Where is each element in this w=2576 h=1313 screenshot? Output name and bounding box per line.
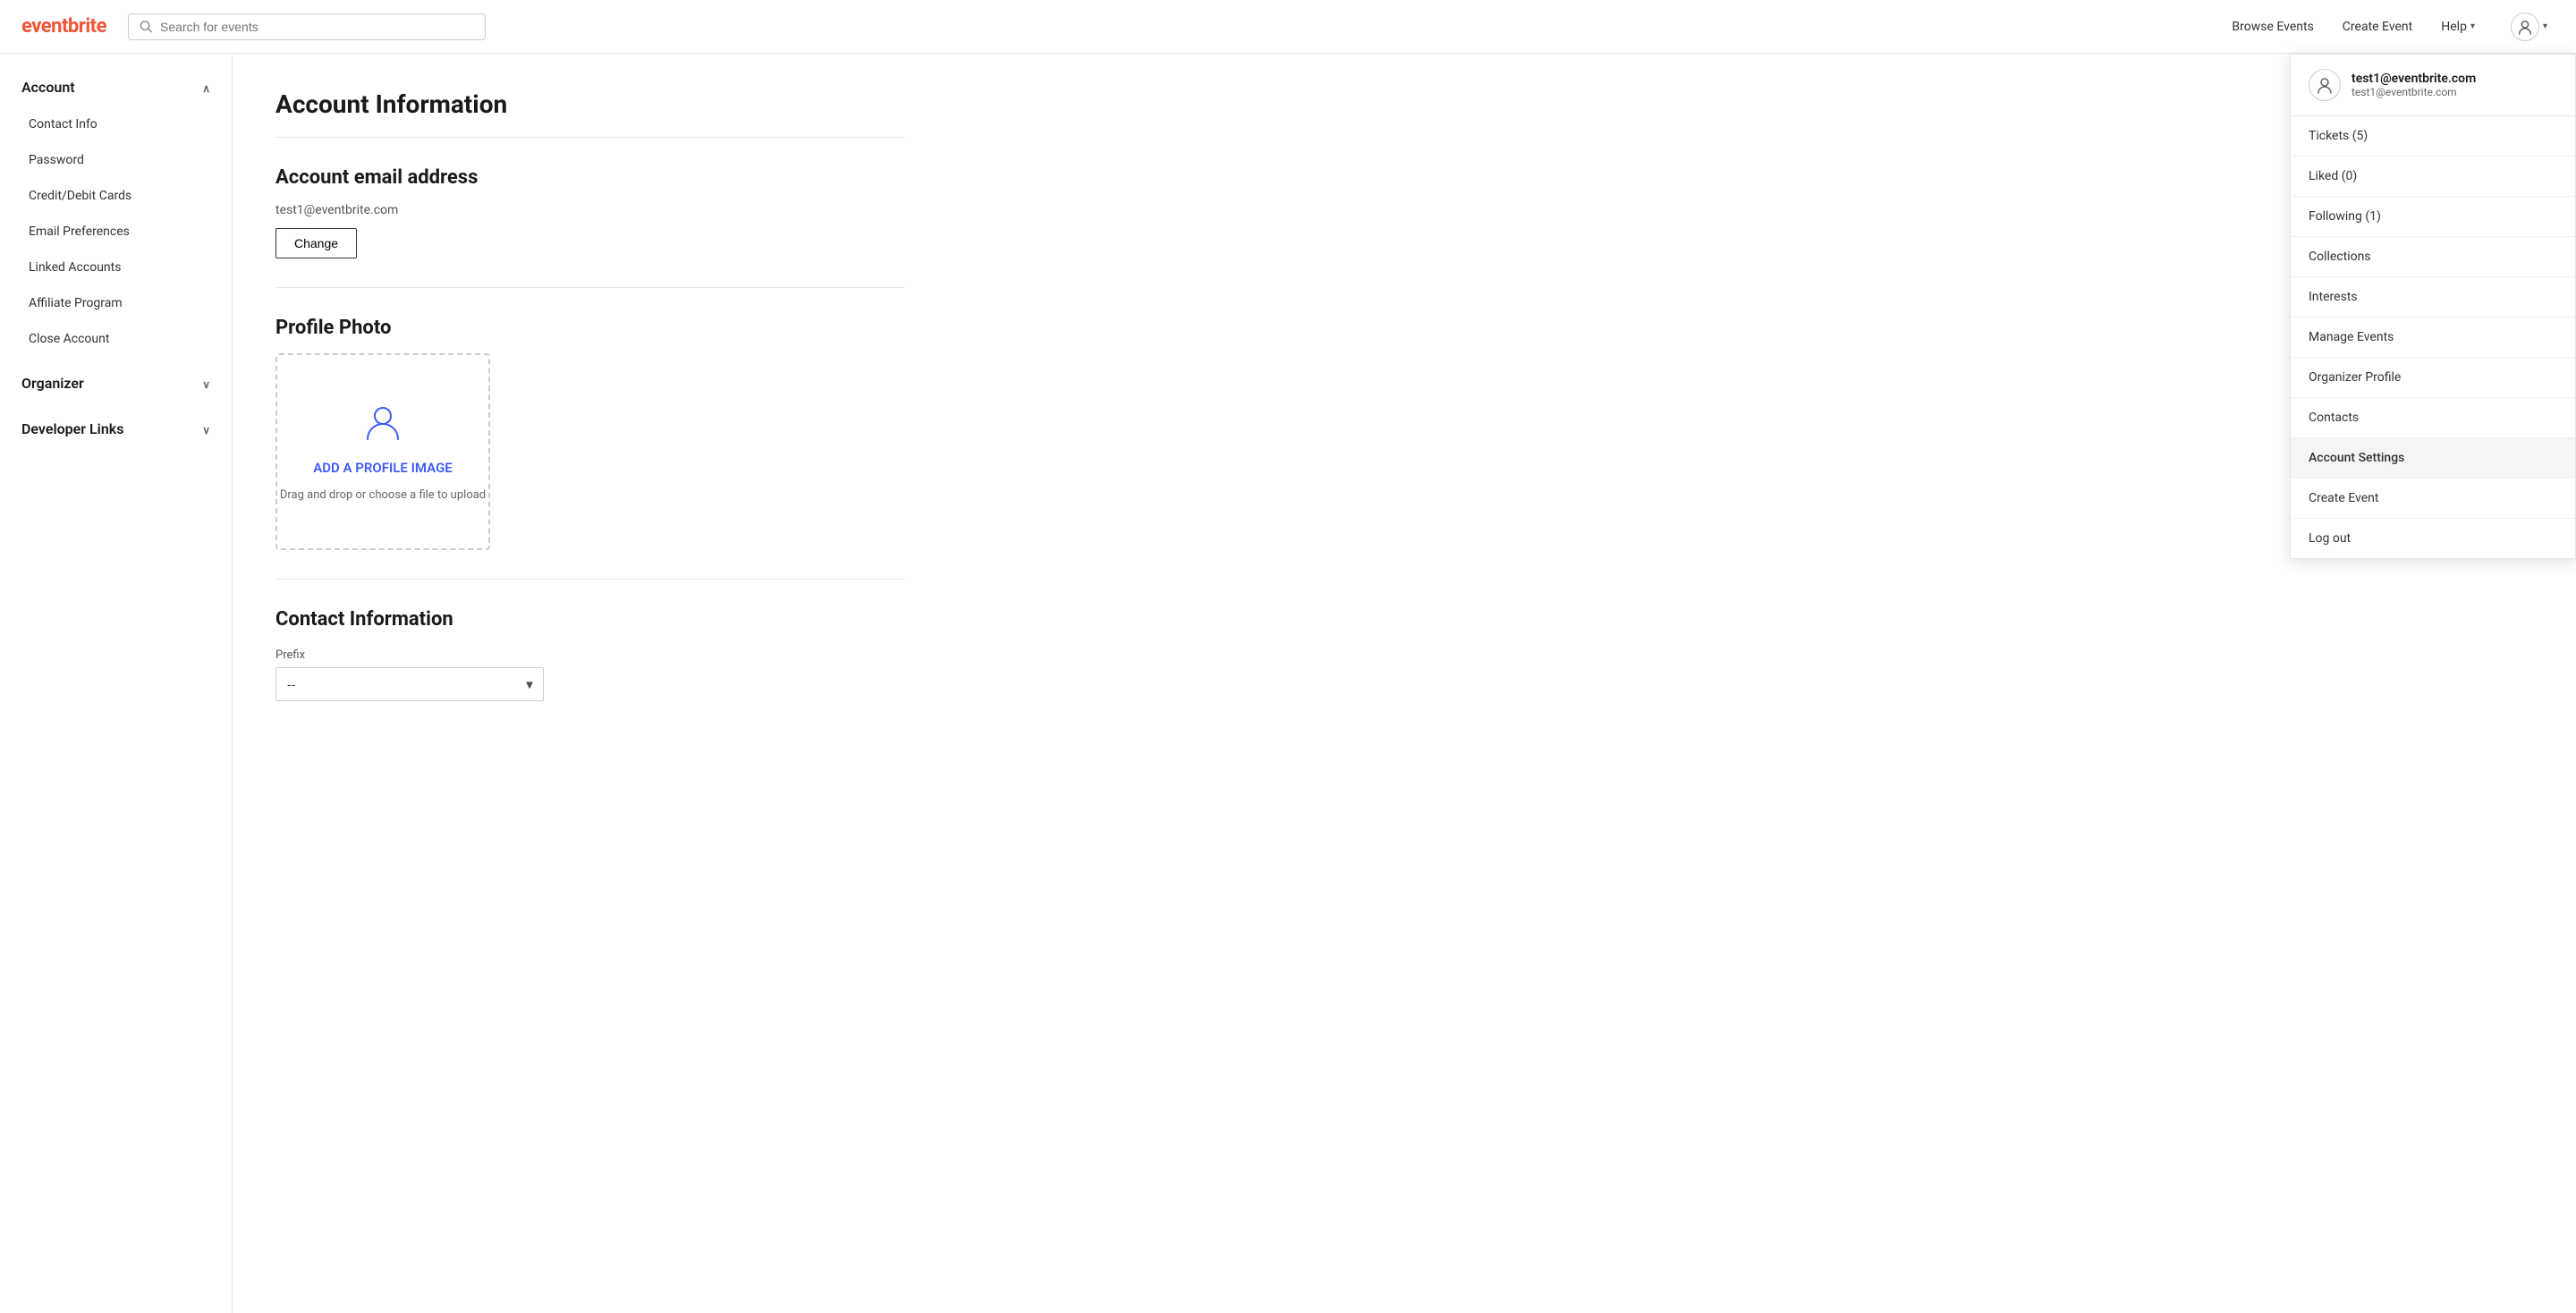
prefix-select[interactable]: -- Mr Ms Mrs Dr — [275, 667, 544, 701]
help-link[interactable]: Help ▾ — [2441, 20, 2475, 34]
search-icon — [140, 20, 153, 34]
prefix-label: Prefix — [275, 648, 905, 662]
sidebar-organizer-section: Organizer — [0, 364, 232, 402]
sidebar-developer-section: Developer Links — [0, 410, 232, 448]
sidebar-item-close-account[interactable]: Close Account — [0, 321, 232, 357]
contact-info-title: Contact Information — [275, 608, 905, 631]
dropdown-user-name: test1@eventbrite.com — [2351, 72, 2476, 86]
contact-information-section: Contact Information Prefix -- Mr Ms Mrs … — [275, 608, 905, 701]
page-title: Account Information — [275, 89, 905, 138]
sidebar-item-contact-info[interactable]: Contact Info — [0, 106, 232, 142]
eventbrite-logo[interactable]: eventbrite — [21, 15, 106, 38]
chevron-down-icon: ▾ — [2470, 21, 2475, 31]
sidebar: Account Contact Info Password Credit/Deb… — [0, 54, 233, 1313]
dropdown-item-collections[interactable]: Collections — [2291, 237, 2575, 277]
dropdown-item-account-settings[interactable]: Account Settings — [2291, 438, 2575, 479]
dropdown-item-following[interactable]: Following (1) — [2291, 197, 2575, 237]
chevron-down-icon: ▾ — [2543, 21, 2547, 31]
dropdown-user-email: test1@eventbrite.com — [2351, 86, 2476, 98]
dropdown-item-organizer-profile[interactable]: Organizer Profile — [2291, 358, 2575, 398]
profile-photo-section: Profile Photo ADD A PROFILE IMAGE Drag a… — [275, 317, 905, 550]
dropdown-item-liked[interactable]: Liked (0) — [2291, 157, 2575, 197]
change-email-button[interactable]: Change — [275, 228, 357, 258]
browse-events-link[interactable]: Browse Events — [2232, 20, 2313, 34]
profile-photo-title: Profile Photo — [275, 317, 905, 339]
user-menu-button[interactable]: ▾ — [2504, 9, 2555, 45]
dropdown-avatar-icon — [2309, 69, 2341, 101]
user-dropdown: test1@eventbrite.com test1@eventbrite.co… — [2290, 54, 2576, 559]
sidebar-organizer-header[interactable]: Organizer — [0, 364, 232, 402]
page-layout: Account Contact Info Password Credit/Deb… — [0, 54, 2576, 1313]
dropdown-items-container: Tickets (5)Liked (0)Following (1)Collect… — [2291, 116, 2575, 558]
chevron-down-icon — [202, 420, 210, 437]
dropdown-item-create-event[interactable]: Create Event — [2291, 479, 2575, 519]
user-avatar-icon — [2511, 13, 2539, 41]
email-section: Account email address test1@eventbrite.c… — [275, 166, 905, 258]
sidebar-account-header[interactable]: Account — [0, 68, 232, 106]
search-bar[interactable] — [128, 13, 486, 40]
sidebar-developer-header[interactable]: Developer Links — [0, 410, 232, 448]
chevron-down-icon — [202, 375, 210, 392]
site-header: eventbrite Browse Events Create Event He… — [0, 0, 2576, 54]
upload-label: ADD A PROFILE IMAGE — [313, 460, 453, 478]
dropdown-item-tickets[interactable]: Tickets (5) — [2291, 116, 2575, 157]
sidebar-item-affiliate-program[interactable]: Affiliate Program — [0, 285, 232, 321]
chevron-up-icon — [202, 79, 210, 96]
section-divider — [275, 287, 905, 288]
sidebar-item-password[interactable]: Password — [0, 142, 232, 178]
prefix-field-group: Prefix -- Mr Ms Mrs Dr — [275, 648, 905, 701]
profile-icon — [363, 402, 402, 449]
dropdown-item-contacts[interactable]: Contacts — [2291, 398, 2575, 438]
sidebar-item-linked-accounts[interactable]: Linked Accounts — [0, 250, 232, 285]
email-section-title: Account email address — [275, 166, 905, 189]
upload-hint: Drag and drop or choose a file to upload — [280, 488, 486, 502]
sidebar-item-email-preferences[interactable]: Email Preferences — [0, 214, 232, 250]
dropdown-item-manage-events[interactable]: Manage Events — [2291, 318, 2575, 358]
header-nav: Browse Events Create Event Help ▾ ▾ — [2232, 9, 2555, 45]
prefix-select-wrapper[interactable]: -- Mr Ms Mrs Dr — [275, 667, 544, 701]
photo-upload-area[interactable]: ADD A PROFILE IMAGE Drag and drop or cho… — [275, 353, 490, 550]
sidebar-item-credit-debit-cards[interactable]: Credit/Debit Cards — [0, 178, 232, 214]
search-input[interactable] — [160, 20, 474, 34]
sidebar-account-section: Account Contact Info Password Credit/Deb… — [0, 68, 232, 357]
section-divider-2 — [275, 579, 905, 580]
dropdown-user-info: test1@eventbrite.com test1@eventbrite.co… — [2351, 72, 2476, 98]
create-event-link[interactable]: Create Event — [2343, 20, 2412, 34]
email-address-text: test1@eventbrite.com — [275, 203, 905, 217]
dropdown-item-logout[interactable]: Log out — [2291, 519, 2575, 558]
main-content: Account Information Account email addres… — [233, 54, 948, 1313]
dropdown-user-header: test1@eventbrite.com test1@eventbrite.co… — [2291, 55, 2575, 116]
dropdown-item-interests[interactable]: Interests — [2291, 277, 2575, 318]
